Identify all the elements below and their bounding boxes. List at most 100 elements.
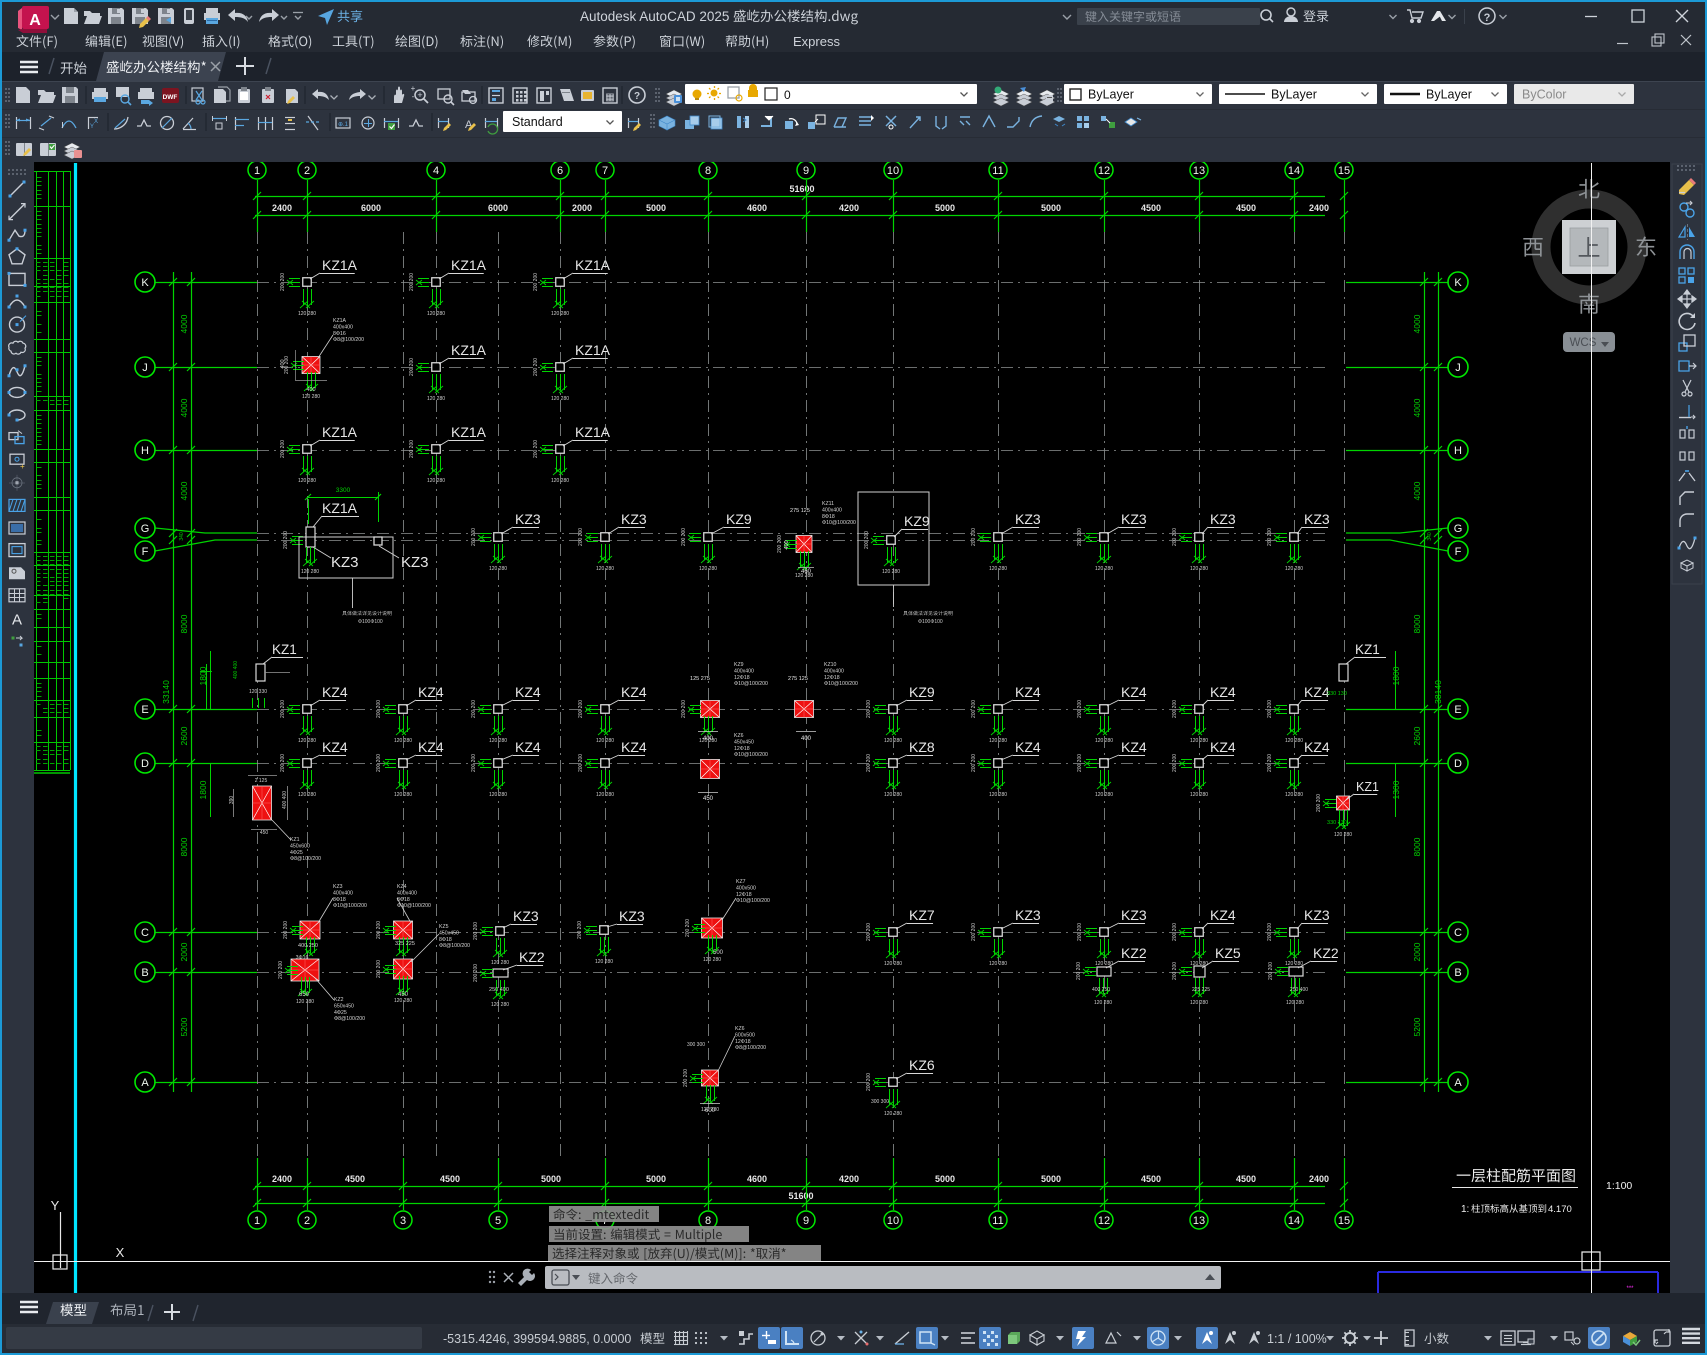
svg-text:120 280: 120 280 — [989, 961, 1007, 967]
svg-text:400 400: 400 400 — [233, 661, 239, 679]
svg-text:KZ9: KZ9 — [909, 684, 935, 700]
svg-text:120 280: 120 280 — [1285, 566, 1303, 572]
svg-text:Φ10@100/200: Φ10@100/200 — [822, 520, 856, 526]
svg-text:200 200: 200 200 — [376, 921, 382, 939]
svg-text:125 275: 125 275 — [690, 676, 710, 682]
svg-text:120 280: 120 280 — [427, 311, 445, 317]
svg-text:KZ4: KZ4 — [322, 684, 348, 700]
svg-text:▦: ▦ — [605, 92, 614, 103]
svg-text:4500: 4500 — [1236, 203, 1256, 213]
svg-text:600x500: 600x500 — [735, 1032, 755, 1038]
svg-text:0: 0 — [784, 88, 791, 102]
svg-text:8000: 8000 — [179, 614, 189, 633]
svg-text:KZ11: KZ11 — [822, 501, 834, 507]
svg-text:200 200: 200 200 — [1172, 923, 1178, 941]
svg-text:51600: 51600 — [789, 184, 814, 194]
svg-text:4500: 4500 — [1141, 1174, 1161, 1184]
svg-text:120 280: 120 280 — [489, 738, 507, 744]
svg-text:10: 10 — [887, 1215, 899, 1227]
svg-text:4500: 4500 — [1141, 203, 1161, 213]
svg-text:275 125: 275 125 — [790, 508, 810, 514]
svg-text:120 280: 120 280 — [596, 566, 614, 572]
svg-text:120 280: 120 280 — [699, 566, 717, 572]
svg-text:200 200: 200 200 — [280, 273, 286, 291]
svg-text:KZ3: KZ3 — [1121, 907, 1147, 923]
svg-text:200 200: 200 200 — [685, 919, 691, 937]
svg-text:12Φ18: 12Φ18 — [734, 746, 750, 752]
svg-text:KZ4: KZ4 — [397, 884, 407, 890]
svg-text:400x500: 400x500 — [736, 885, 756, 891]
svg-text:120 280: 120 280 — [884, 792, 902, 798]
svg-text:KZ4: KZ4 — [621, 684, 647, 700]
svg-text:K: K — [1454, 277, 1462, 289]
svg-text:250 400: 250 400 — [489, 987, 509, 993]
svg-text:200 200: 200 200 — [681, 528, 687, 546]
svg-text:120 280: 120 280 — [1285, 738, 1303, 744]
svg-text:5000: 5000 — [935, 1174, 955, 1184]
svg-text:2400: 2400 — [272, 1174, 292, 1184]
svg-text:120 280: 120 280 — [427, 478, 445, 484]
svg-text:120 280: 120 280 — [427, 396, 445, 402]
svg-text:120 280: 120 280 — [1094, 1000, 1112, 1006]
svg-text:8: 8 — [705, 1215, 711, 1227]
svg-text:400x400: 400x400 — [333, 324, 353, 330]
svg-text:200 200: 200 200 — [866, 700, 872, 718]
svg-text:120 280: 120 280 — [551, 396, 569, 402]
svg-text:Φ8@100/200: Φ8@100/200 — [290, 856, 321, 862]
svg-text:450x600: 450x600 — [290, 843, 310, 849]
svg-text:12Φ18: 12Φ18 — [824, 675, 840, 681]
svg-text:2400: 2400 — [272, 203, 292, 213]
svg-text:KZ9: KZ9 — [904, 513, 930, 529]
svg-text:6: 6 — [557, 165, 563, 177]
svg-text:450x450: 450x450 — [439, 930, 459, 936]
svg-text:KZ1A: KZ1A — [451, 342, 487, 358]
svg-text:1: 1 — [254, 165, 260, 177]
svg-text:KZ3: KZ3 — [333, 884, 343, 890]
svg-text:2600: 2600 — [179, 726, 189, 745]
svg-text:KZ7: KZ7 — [909, 907, 935, 923]
svg-text:KZ4: KZ4 — [1210, 684, 1236, 700]
svg-text:200 200: 200 200 — [471, 528, 477, 546]
svg-text:225 225: 225 225 — [1192, 987, 1210, 993]
svg-text:120 280: 120 280 — [298, 738, 316, 744]
svg-text:200 200: 200 200 — [1172, 754, 1178, 772]
svg-text:120 280: 120 280 — [394, 738, 412, 744]
svg-text:12: 12 — [1098, 1215, 1110, 1227]
svg-text:330 130: 330 130 — [1327, 820, 1347, 826]
svg-text:33140: 33140 — [161, 680, 171, 704]
svg-text:KZ3: KZ3 — [621, 511, 647, 527]
svg-text:KZ10: KZ10 — [824, 662, 837, 668]
svg-text:1800: 1800 — [198, 780, 208, 799]
svg-text:5: 5 — [495, 1215, 501, 1227]
svg-text:Autodesk AutoCAD 2025: Autodesk AutoCAD 2025 — [580, 9, 729, 24]
svg-text:400: 400 — [306, 387, 315, 393]
svg-text:8Φ18: 8Φ18 — [822, 514, 835, 520]
svg-text:Express: Express — [793, 34, 840, 49]
svg-text:K: K — [141, 277, 149, 289]
svg-text:KZ1A: KZ1A — [322, 257, 358, 273]
svg-text:A: A — [1454, 1077, 1462, 1089]
svg-text:KZ3: KZ3 — [513, 908, 539, 924]
svg-text:KZ3: KZ3 — [515, 511, 541, 527]
svg-text:KZ4: KZ4 — [515, 684, 541, 700]
svg-text:KZ9: KZ9 — [734, 662, 744, 668]
svg-text:X: X — [94, 119, 98, 125]
svg-text:KZ1A: KZ1A — [575, 257, 611, 273]
svg-text:4500: 4500 — [440, 1174, 460, 1184]
svg-text:F: F — [1455, 546, 1462, 558]
svg-text:9: 9 — [803, 165, 809, 177]
svg-text:4000: 4000 — [179, 481, 189, 500]
svg-text:200 200: 200 200 — [1172, 700, 1178, 718]
svg-text:120 280: 120 280 — [595, 959, 613, 965]
svg-text:-5315.4246, 399594.9885, 0.000: -5315.4246, 399594.9885, 0.0000 — [443, 1332, 631, 1346]
svg-text:+: + — [417, 90, 422, 100]
svg-text:400: 400 — [280, 359, 286, 368]
svg-text:200 200: 200 200 — [1077, 700, 1083, 718]
svg-text:8000: 8000 — [179, 837, 189, 856]
svg-text:?: ? — [634, 91, 640, 102]
svg-text:G: G — [141, 523, 150, 535]
svg-text:250 400: 250 400 — [1290, 987, 1308, 993]
svg-text:120 280: 120 280 — [491, 960, 509, 966]
svg-text:KZ3: KZ3 — [1304, 511, 1330, 527]
svg-text:ByLayer: ByLayer — [1088, 88, 1134, 102]
